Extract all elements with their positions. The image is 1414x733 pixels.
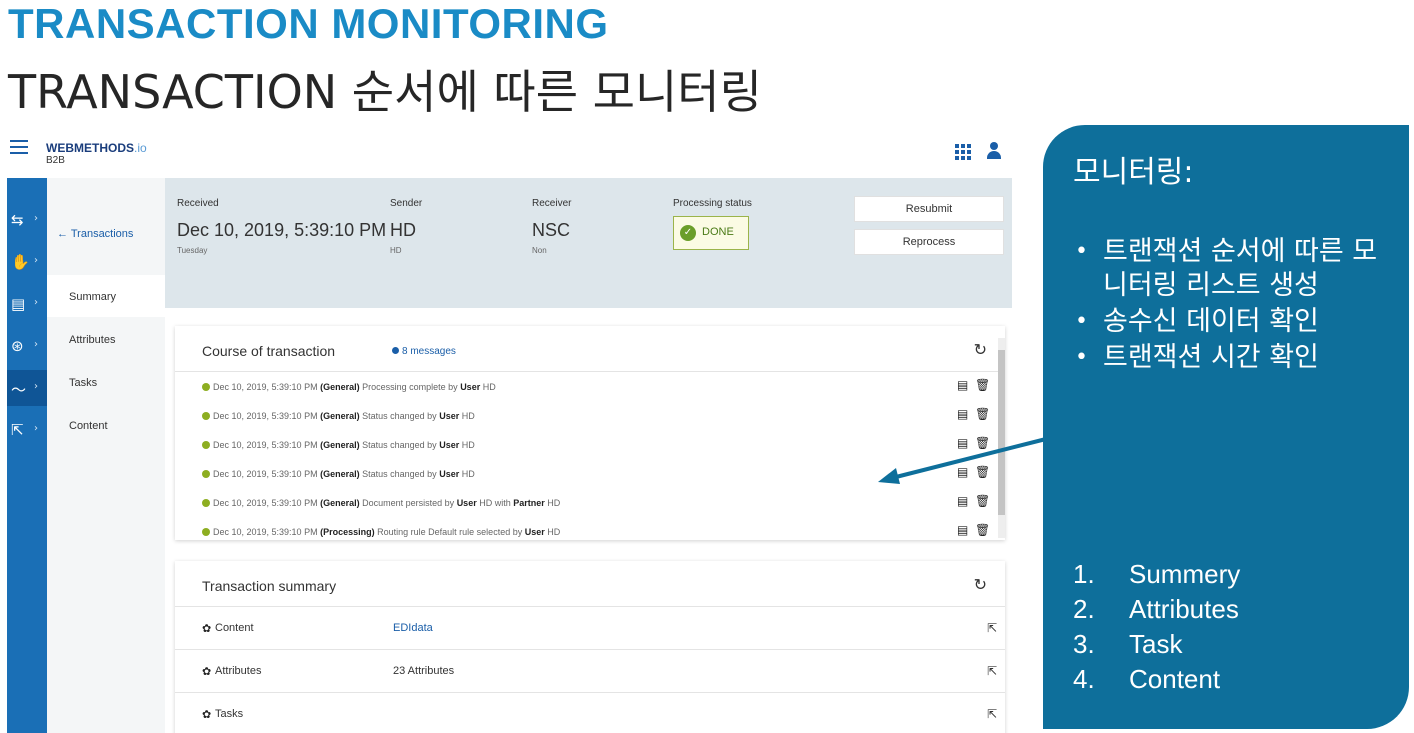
trash-icon[interactable]: 🗑 — [975, 407, 990, 421]
sub-navigation: ← Transactions Summary Attributes Tasks … — [47, 178, 165, 733]
transaction-summary-card: Transaction summary ↻ ✿ Content EDIdata … — [175, 561, 1005, 733]
reprocess-button[interactable]: Reprocess — [854, 229, 1004, 255]
pointer-arrow — [878, 436, 1051, 484]
refresh-icon[interactable]: ↻ — [974, 340, 987, 359]
received-label: Received — [177, 198, 219, 209]
numbered-item: 2. Attributes — [1073, 594, 1239, 624]
menu-icon[interactable] — [10, 140, 28, 154]
resubmit-button[interactable]: Resubmit — [854, 196, 1004, 222]
brand-logo: WEBMETHODS.io — [46, 141, 147, 155]
receiver-label: Receiver — [532, 198, 572, 209]
document-icon[interactable]: ▤ — [957, 523, 968, 537]
subnav-item-content[interactable]: Content — [47, 404, 165, 446]
transfer-icon[interactable]: ⇆ › — [7, 202, 47, 238]
receiver-sub: Non — [532, 246, 547, 255]
numbered-item: 1. Summery — [1073, 559, 1241, 589]
course-title: Course of transaction — [202, 343, 336, 359]
transaction-header: Received Dec 10, 2019, 5:39:10 PM Tuesda… — [165, 178, 1012, 308]
status-dot — [202, 528, 210, 536]
external-link-icon[interactable]: ⇱ — [987, 621, 997, 635]
message-text: Dec 10, 2019, 5:39:10 PM (General) Statu… — [213, 469, 475, 479]
summary-row-attributes: ✿ Attributes 23 Attributes ⇱ — [175, 650, 1005, 693]
export-icon[interactable]: ⇱ › — [7, 412, 47, 448]
numbered-item: 3. Task — [1073, 629, 1183, 659]
refresh-icon[interactable]: ↻ — [974, 575, 987, 594]
gear-icon: ✿ — [202, 665, 212, 678]
status-label: Processing status — [673, 198, 752, 209]
message-text: Dec 10, 2019, 5:39:10 PM (General) Statu… — [213, 411, 475, 421]
apps-grid-icon[interactable] — [955, 144, 971, 160]
message-text: Dec 10, 2019, 5:39:10 PM (General) Proce… — [213, 382, 496, 392]
bullet-item: • 트랜잭션 순서에 따른 모니터링 리스트 생성 — [1075, 236, 1378, 301]
summary-row-content: ✿ Content EDIdata ⇱ — [175, 607, 1005, 650]
status-dot — [202, 412, 210, 420]
check-icon: ✓ — [680, 225, 696, 241]
document-icon[interactable]: ▤ › — [7, 286, 47, 322]
summary-row-tasks: ✿ Tasks ⇱ — [175, 693, 1005, 733]
receiver-value: NSC — [532, 220, 571, 240]
trash-icon[interactable]: 🗑 — [975, 494, 990, 508]
status-dot — [202, 470, 210, 478]
message-row[interactable]: Dec 10, 2019, 5:39:10 PM (Processing) Ro… — [175, 523, 995, 545]
slide-title: TRANSACTION MONITORING — [8, 0, 609, 47]
back-to-transactions-link[interactable]: ← Transactions — [57, 228, 133, 240]
trash-icon[interactable]: 🗑 — [975, 523, 990, 537]
message-text: Dec 10, 2019, 5:39:10 PM (Processing) Ro… — [213, 527, 561, 537]
trash-icon[interactable]: 🗑 — [975, 378, 990, 392]
monitoring-icon[interactable]: 〜 › — [7, 370, 47, 406]
status-dot — [202, 383, 210, 391]
message-text: Dec 10, 2019, 5:39:10 PM (General) Docum… — [213, 498, 561, 508]
bullet-item: • 트랜잭션 시간 확인 — [1075, 342, 1319, 373]
b2b-screenshot: WEBMETHODS.io B2B ⇆ › ✋ › ▤ › ⊛ › 〜 › ⇱ › ← Tr… — [0, 130, 1012, 733]
message-row[interactable]: Dec 10, 2019, 5:39:10 PM (General) Proce… — [175, 378, 995, 400]
message-text: Dec 10, 2019, 5:39:10 PM (General) Statu… — [213, 440, 475, 450]
callout-numbered-list: 1. Summery 2. Attributes 3. Task 4. Content — [1073, 557, 1240, 697]
top-bar: WEBMETHODS.io B2B — [0, 130, 1012, 178]
message-row[interactable]: Dec 10, 2019, 5:39:10 PM (General) Docum… — [175, 494, 995, 516]
network-icon[interactable]: ⊛ › — [7, 328, 47, 364]
status-dot — [202, 441, 210, 449]
callout-title: 모니터링: — [1073, 155, 1194, 190]
document-icon[interactable]: ▤ — [957, 378, 968, 392]
external-link-icon[interactable]: ⇱ — [987, 707, 997, 721]
user-icon[interactable] — [987, 142, 1001, 160]
subnav-item-attributes[interactable]: Attributes — [47, 318, 165, 360]
document-icon[interactable]: ▤ — [957, 494, 968, 508]
subnav-item-summary[interactable]: Summary — [47, 275, 165, 317]
received-sub: Tuesday — [177, 246, 208, 255]
callout-bullets: • 트랜잭션 순서에 따른 모니터링 리스트 생성 • 송수신 데이터 확인 • 트랜… — [1073, 235, 1393, 377]
gear-icon: ✿ — [202, 622, 212, 635]
message-row[interactable]: Dec 10, 2019, 5:39:10 PM (General) Statu… — [175, 407, 995, 429]
summary-title: Transaction summary — [202, 578, 337, 594]
handshake-icon[interactable]: ✋ › — [7, 244, 47, 280]
received-value: Dec 10, 2019, 5:39:10 PM — [177, 220, 387, 240]
brand-sub: B2B — [46, 155, 65, 166]
left-rail: ⇆ › ✋ › ▤ › ⊛ › 〜 › ⇱ › — [7, 178, 47, 733]
sender-value: HD — [390, 220, 416, 240]
sender-label: Sender — [390, 198, 423, 209]
callout-panel: 모니터링: • 트랜잭션 순서에 따른 모니터링 리스트 생성 • 송수신 데이터 … — [1043, 125, 1409, 729]
slide-subtitle: TRANSACTION 순서에 따른 모니터링 — [8, 65, 762, 119]
content-link[interactable]: EDIdata — [393, 622, 433, 634]
document-icon[interactable]: ▤ — [957, 407, 968, 421]
status-dot — [202, 499, 210, 507]
gear-icon: ✿ — [202, 708, 212, 721]
subnav-item-tasks[interactable]: Tasks — [47, 361, 165, 403]
external-link-icon[interactable]: ⇱ — [987, 664, 997, 678]
numbered-item: 4. Content — [1073, 664, 1221, 694]
bullet-item: • 송수신 데이터 확인 — [1075, 306, 1319, 337]
status-badge: ✓ DONE — [673, 216, 749, 250]
message-count[interactable]: 8 messages — [392, 346, 456, 357]
sender-sub: HD — [390, 246, 402, 255]
